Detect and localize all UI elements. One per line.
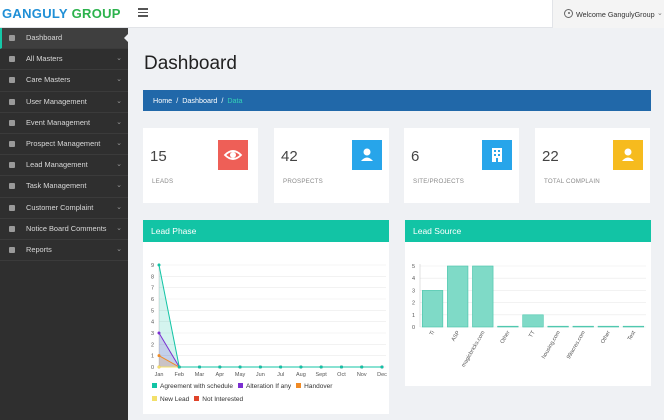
y-tick-label: 9 [151, 263, 154, 269]
y-tick-label: 6 [151, 297, 154, 303]
lead-phase-legend: Agreement with schedule Alteration If any… [152, 381, 392, 407]
data-point [198, 365, 202, 369]
x-tick-label: Apr [216, 372, 225, 378]
series-line [158, 264, 382, 368]
data-point [157, 365, 161, 369]
legend-item[interactable]: New Lead [152, 396, 189, 403]
legend-item[interactable]: Agreement with schedule [152, 383, 233, 390]
series-area [159, 265, 382, 367]
bar [421, 290, 444, 328]
data-point [157, 263, 161, 267]
y-tick-label: 4 [151, 320, 154, 326]
x-tick-label: TT [528, 329, 537, 338]
legend-swatch [238, 383, 243, 388]
data-point [157, 331, 161, 335]
y-tick-label: 3 [151, 331, 154, 337]
legend-swatch [152, 383, 157, 388]
y-tick-label: 1 [151, 354, 154, 360]
x-tick-label: Other [600, 330, 612, 345]
legend-label: Agreement with schedule [160, 383, 233, 390]
x-tick-label: magicbricks.com [461, 330, 487, 369]
x-tick-label: Dec [377, 372, 387, 378]
x-tick-label: Oct [337, 372, 346, 378]
series-area [159, 355, 382, 367]
y-tick-label: 2 [412, 301, 415, 307]
x-tick-label: Ti [429, 330, 436, 337]
x-tick-label: Sept [316, 372, 328, 378]
data-point [279, 365, 283, 369]
data-point [238, 365, 242, 369]
x-tick-label: Aug [296, 372, 306, 378]
data-point [339, 365, 343, 369]
y-tick-label: 2 [151, 342, 154, 348]
x-tick-label: May [235, 372, 246, 378]
y-tick-label: 0 [412, 325, 415, 331]
legend-item[interactable]: Handover [296, 383, 332, 390]
data-point [380, 365, 384, 369]
x-tick-label: Jul [277, 372, 284, 378]
x-tick-label: Test [627, 330, 637, 342]
bar [472, 265, 494, 328]
legend-swatch [152, 396, 157, 401]
x-tick-label: Jun [256, 372, 265, 378]
x-tick-label: 99acres.com [566, 330, 587, 361]
bar [522, 314, 544, 328]
legend-label: Alteration If any [246, 383, 292, 390]
y-tick-label: 7 [151, 286, 154, 292]
y-tick-label: 8 [151, 274, 154, 280]
y-tick-label: 0 [151, 365, 154, 371]
x-tick-label: Jan [155, 372, 164, 378]
y-tick-label: 4 [412, 276, 415, 282]
series-area [159, 333, 382, 367]
series-line [158, 355, 382, 368]
legend-label: Not Interested [202, 396, 244, 403]
legend-item[interactable]: Not Interested [194, 396, 243, 403]
bar [622, 325, 645, 328]
legend-item[interactable]: Alteration If any [238, 383, 291, 390]
y-tick-label: 3 [412, 288, 415, 294]
data-point [177, 365, 181, 369]
y-tick-label: 1 [412, 313, 415, 319]
x-tick-label: Other [500, 330, 512, 345]
legend-label: New Lead [160, 396, 190, 403]
bar [597, 325, 619, 328]
y-tick-label: 5 [412, 264, 415, 270]
charts-layer: 0 1 2 3 4 5 6 7 8 9 Jan Feb Mar Apr May Jun Jul Aug Sept Oc… [151, 263, 646, 378]
data-point [299, 365, 303, 369]
bar [447, 265, 469, 328]
x-tick-label: housing.com [541, 330, 562, 360]
series-line [158, 332, 382, 368]
bar [547, 325, 569, 328]
y-tick-label: 5 [151, 308, 154, 314]
x-tick-label: Feb [175, 372, 184, 378]
x-tick-label: ASP [451, 330, 462, 343]
bar [572, 325, 594, 328]
legend-label: Handover [304, 383, 333, 390]
data-point [157, 354, 161, 358]
x-tick-label: Mar [195, 372, 205, 378]
data-point [218, 365, 222, 369]
x-tick-label: Nov [357, 372, 367, 378]
legend-swatch [296, 383, 302, 388]
bar [497, 325, 519, 328]
data-point [258, 365, 262, 369]
data-point [360, 365, 364, 369]
data-point [319, 365, 323, 369]
legend-swatch [194, 396, 200, 401]
